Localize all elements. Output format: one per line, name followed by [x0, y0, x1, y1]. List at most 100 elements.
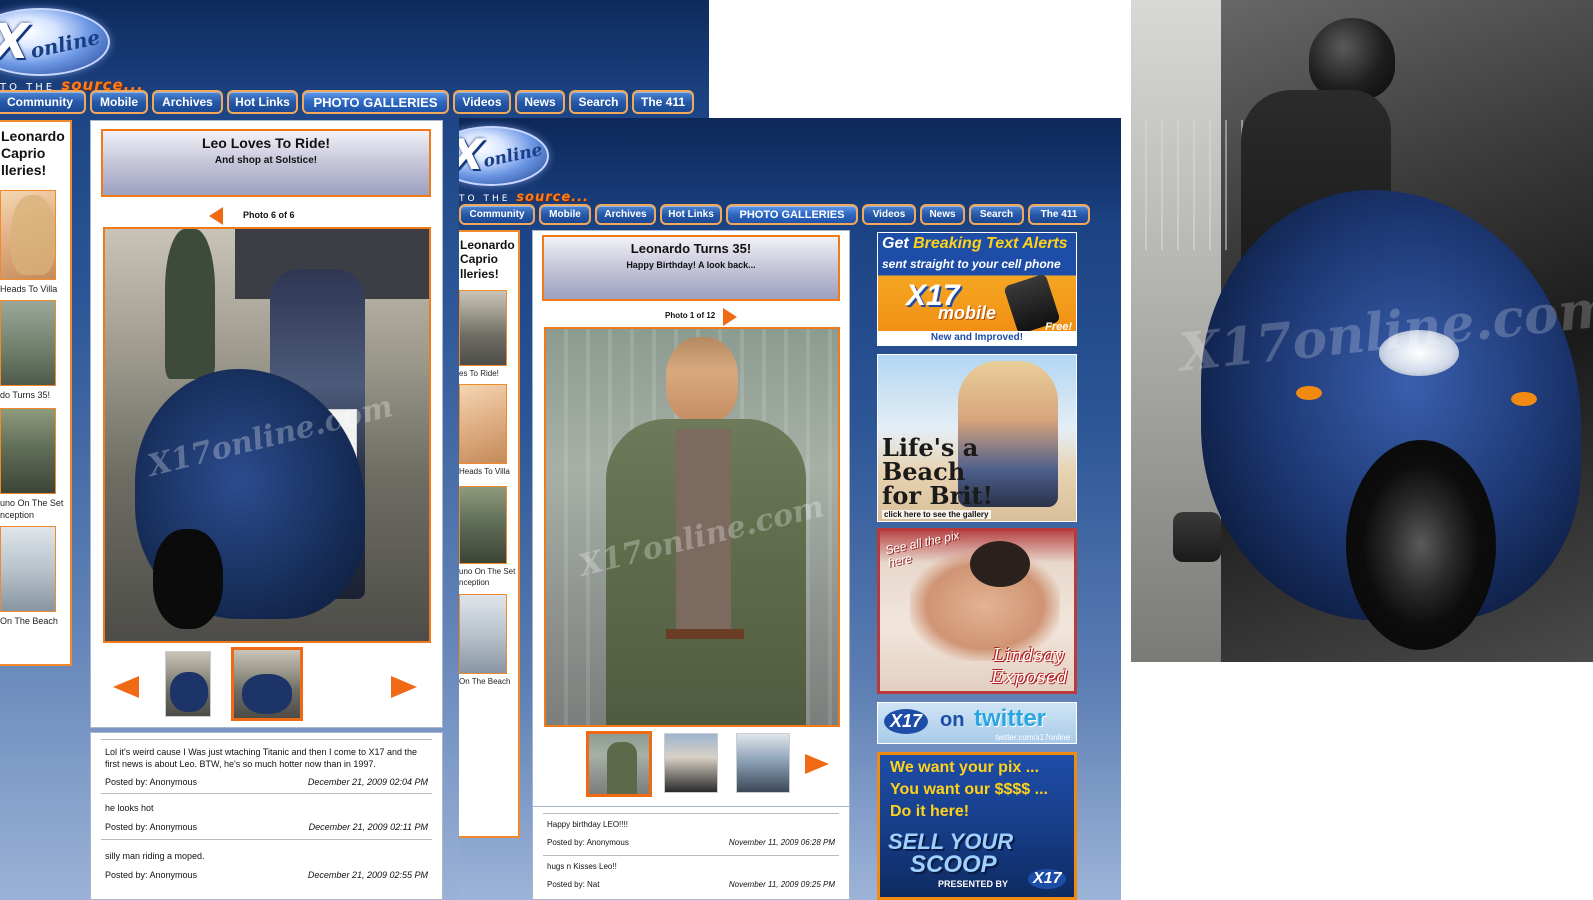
- ad-twitter-brand: X17: [884, 709, 929, 734]
- nav-photo-galleries[interactable]: PHOTO GALLERIES: [726, 204, 858, 225]
- x17-logo[interactable]: X online TO THE source...: [459, 120, 588, 206]
- comment: Happy birthday LEO!!!! Posted by: Anonym…: [543, 813, 839, 853]
- sidebar-thumb-turns-35[interactable]: [0, 300, 56, 386]
- sidebar-caption: On The Beach: [459, 677, 511, 686]
- comment: Lol it's weird cause I Was just wtaching…: [101, 739, 432, 791]
- ad-lindsay-exposed[interactable]: See all the pix here Lindsay Exposed: [877, 528, 1077, 694]
- ad-alerts-brand2: mobile: [938, 303, 997, 323]
- gallery-thumb-6-selected[interactable]: [231, 647, 303, 721]
- sidebar-thumb-inception[interactable]: [459, 486, 507, 564]
- shoe-shape: [1173, 512, 1221, 562]
- nav-videos[interactable]: Videos: [453, 90, 511, 114]
- nav-hot-links[interactable]: Hot Links: [227, 90, 298, 114]
- sidebar-thumb-villa[interactable]: [459, 384, 507, 464]
- nav-hot-links[interactable]: Hot Links: [660, 204, 722, 225]
- comment-text: Happy birthday LEO!!!!: [547, 820, 628, 829]
- nav-news[interactable]: News: [515, 90, 565, 114]
- comment-text: hugs n Kisses Leo!!: [547, 862, 617, 871]
- nav-the-411[interactable]: The 411: [1028, 204, 1090, 225]
- helmet-icon: [1309, 18, 1395, 100]
- nav-archives[interactable]: Archives: [152, 90, 223, 114]
- gallery-title: Leo Loves To Ride!: [201, 135, 331, 151]
- logo-x: X: [459, 130, 483, 179]
- gallery-title: Leonardo Turns 35!: [630, 241, 752, 256]
- sidebar-caption: nception: [0, 510, 35, 520]
- comment-date: November 11, 2009 06:28 PM: [728, 838, 835, 847]
- comment-text: Lol it's weird cause I Was just wtaching…: [105, 747, 418, 770]
- ad-scoop-line2: You want our $$$$ ...: [890, 781, 1048, 798]
- nav-community[interactable]: Community: [0, 90, 86, 114]
- next-thumb-arrow[interactable]: [805, 754, 829, 774]
- prev-photo-arrow[interactable]: [209, 207, 223, 225]
- nav-search[interactable]: Search: [569, 90, 628, 114]
- gallery-thumb-2[interactable]: [664, 733, 718, 793]
- ad-brit-beach[interactable]: Life's a Beach for Brit! click here to s…: [877, 354, 1077, 522]
- sidebar-caption: nception: [459, 578, 490, 587]
- ad-twitter-word: twitter: [974, 705, 1046, 732]
- next-thumb-arrow[interactable]: [391, 676, 417, 698]
- main-photo[interactable]: X17online.com: [544, 327, 840, 727]
- sidebar-title: Leonardo Caprio lleries!: [460, 238, 515, 281]
- sidebar-thumb-ride[interactable]: [459, 290, 507, 366]
- ad-sell-your-scoop[interactable]: We want your pix ... You want our $$$$ .…: [877, 752, 1077, 900]
- ad-twitter-url: twitter.com/x17online: [995, 733, 1070, 742]
- nav-archives[interactable]: Archives: [595, 204, 656, 225]
- person-shape: [607, 742, 637, 794]
- nav-videos[interactable]: Videos: [862, 204, 916, 225]
- sidebar-caption: do Turns 35!: [0, 390, 51, 400]
- comment: hugs n Kisses Leo!! Posted by: Nat Novem…: [543, 855, 839, 899]
- prev-thumb-arrow[interactable]: [113, 676, 139, 698]
- comment: silly man riding a moped. Posted by: Ano…: [101, 839, 432, 889]
- comment-date: December 21, 2009 02:55 PM: [307, 870, 428, 880]
- scooter-photo[interactable]: X17online.com: [1131, 0, 1593, 662]
- ad-scoop-line3: Do it here!: [890, 803, 970, 820]
- back-gallery-panel: Leo Loves To Ride! And shop at Solstice!…: [90, 120, 443, 728]
- ad-scoop-scoop: SCOOP: [910, 851, 997, 878]
- sidebar-thumb-beach[interactable]: [0, 526, 56, 612]
- ad-text-alerts[interactable]: Get Breaking Text Alerts sent straight t…: [877, 232, 1077, 346]
- nav-search[interactable]: Search: [969, 204, 1024, 225]
- sidebar-caption: uno On The Set: [459, 567, 516, 576]
- comment-author: Posted by: Anonymous: [547, 838, 629, 847]
- sidebar-thumb-inception[interactable]: [0, 408, 56, 494]
- hair-shape: [11, 195, 55, 275]
- logo-x: X: [0, 14, 29, 70]
- sidebar-thumb-villa[interactable]: [0, 190, 56, 280]
- comment-author: Posted by: Anonymous: [105, 777, 198, 787]
- comment-text: he looks hot: [105, 803, 154, 813]
- ad-scoop-presented: PRESENTED BY: [938, 879, 1009, 889]
- logo-tagline: TO THE source...: [459, 190, 589, 205]
- indicator-right-shape: [1511, 392, 1537, 406]
- sidebar-caption: Heads To Villa: [0, 284, 58, 294]
- ad-alerts-line2: sent straight to your cell phone: [882, 257, 1061, 271]
- sidebar-thumb-beach[interactable]: [459, 594, 507, 674]
- nav-community[interactable]: Community: [459, 204, 535, 225]
- hair-shape: [970, 541, 1030, 587]
- ad-lindsay-name1: Lindsay: [993, 645, 1064, 666]
- sidebar-caption: On The Beach: [0, 616, 58, 626]
- ad-brit-line3: for Brit!: [882, 481, 993, 510]
- main-photo[interactable]: X17online.com: [103, 227, 431, 643]
- wheel-shape: [1346, 440, 1496, 650]
- gallery-thumb-3[interactable]: [736, 733, 790, 793]
- ad-twitter[interactable]: X17 on twitter twitter.com/x17online: [877, 702, 1077, 744]
- nav-photo-galleries[interactable]: PHOTO GALLERIES: [302, 90, 449, 114]
- gallery-subtitle: Happy Birthday! A look back...: [626, 260, 756, 270]
- gallery-thumb-5[interactable]: [165, 651, 211, 717]
- comment: he looks hot Posted by: Anonymous Decemb…: [101, 793, 432, 837]
- ad-scoop-brand: X17: [1028, 869, 1067, 889]
- ad-scoop-line1: We want your pix ...: [890, 759, 1040, 776]
- nav-the-411[interactable]: The 411: [632, 90, 694, 114]
- wheel-shape: [153, 529, 223, 629]
- x17-logo[interactable]: X online TO THE source...: [0, 0, 143, 94]
- front-nav-bar: Community Mobile Archives Hot Links PHOT…: [459, 204, 1094, 225]
- ad-brit-footer: click here to see the gallery: [882, 510, 991, 519]
- head-shape: [666, 337, 738, 423]
- nav-mobile[interactable]: Mobile: [90, 90, 148, 114]
- scooter-shape: [170, 672, 208, 712]
- next-photo-arrow[interactable]: [723, 308, 737, 326]
- nav-news[interactable]: News: [920, 204, 965, 225]
- gallery-subtitle: And shop at Solstice!: [214, 155, 318, 166]
- gallery-thumb-1-selected[interactable]: [586, 731, 652, 797]
- nav-mobile[interactable]: Mobile: [539, 204, 591, 225]
